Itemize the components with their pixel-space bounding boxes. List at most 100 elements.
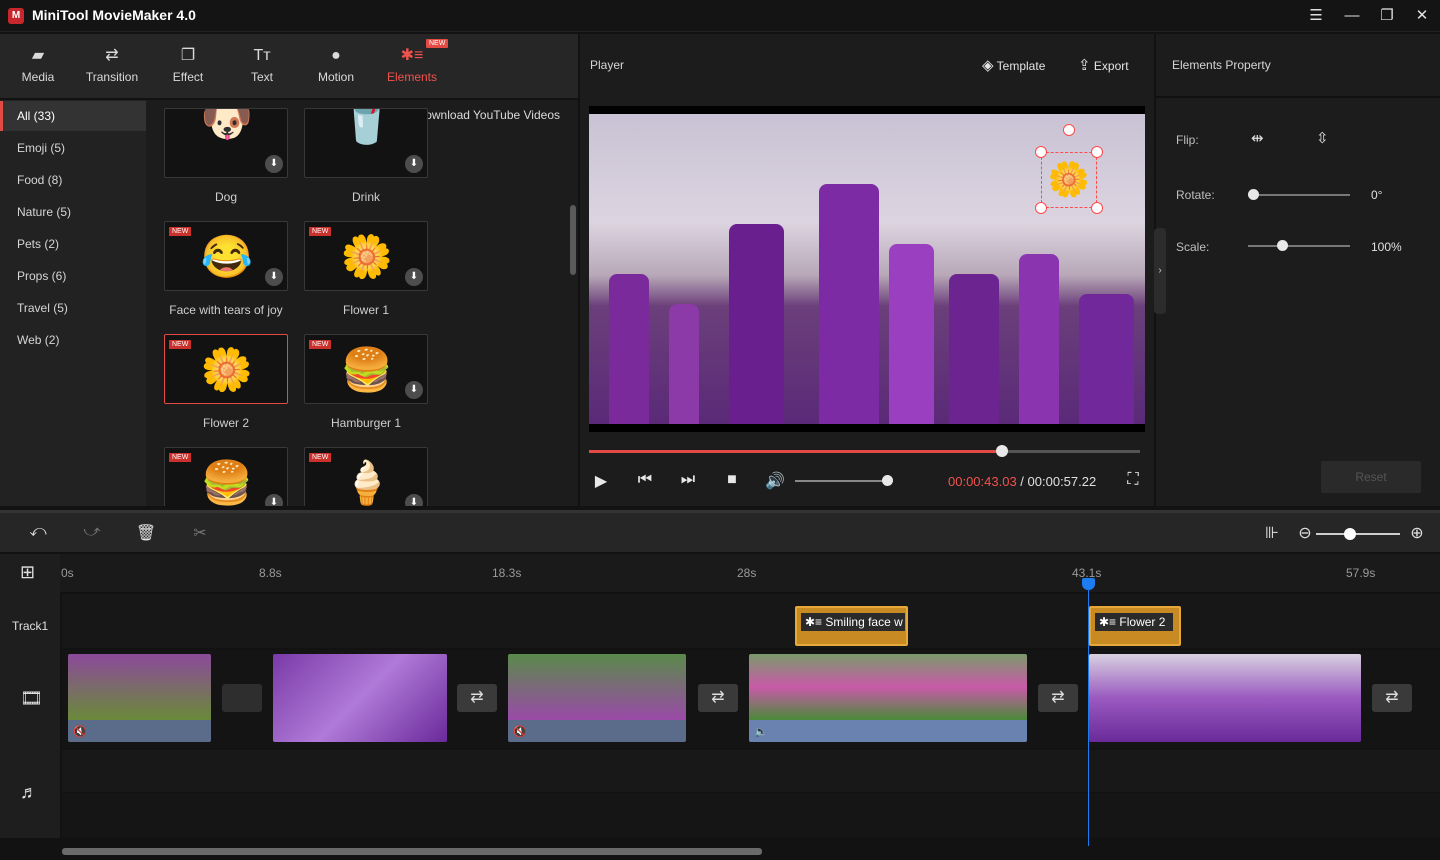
transition-tab[interactable]: ⇄ Transition	[74, 34, 150, 98]
delete-icon[interactable]: 🗑	[134, 523, 158, 543]
mute-icon[interactable]: 🔇	[513, 725, 527, 738]
close-button[interactable]: ✕	[1408, 4, 1436, 28]
undo-icon[interactable]: ⤺	[26, 523, 50, 541]
transition-slot[interactable]: ⇄	[457, 684, 497, 712]
text-label: Text	[251, 70, 273, 84]
volume-icon[interactable]: 🔈	[754, 725, 768, 738]
stop-button[interactable]: ■	[720, 471, 744, 489]
element-clip-label: Flower 2	[1119, 615, 1165, 629]
element-tile-flower-2[interactable]: 🌼 NEW	[164, 334, 288, 404]
zoom-handle[interactable]	[1344, 528, 1356, 540]
music-track[interactable]	[62, 750, 1440, 792]
media-tab[interactable]: ▰ Media	[0, 34, 76, 98]
element-tile-face-tears[interactable]: 😂 NEW ⬇	[164, 221, 288, 291]
motion-icon: ●	[298, 46, 374, 66]
download-icon[interactable]: ⬇	[265, 268, 283, 286]
element-tile-dog[interactable]: 🐶 ⬇	[164, 108, 288, 178]
play-button[interactable]: ▶	[589, 471, 613, 491]
download-icon[interactable]: ⬇	[405, 381, 423, 399]
video-clip[interactable]: 🔇	[68, 654, 211, 742]
resize-handle[interactable]	[1091, 146, 1103, 158]
category-food[interactable]: Food (8)	[0, 165, 146, 195]
zoom-slider[interactable]	[1316, 533, 1400, 535]
template-button[interactable]: ◈ Template	[982, 56, 1045, 74]
element-tile-drink[interactable]: 🥤 ⬇	[304, 108, 428, 178]
motion-label: Motion	[318, 70, 354, 84]
empty-track[interactable]	[62, 793, 1440, 837]
reset-button[interactable]: Reset	[1321, 461, 1421, 493]
element-selection-box[interactable]: 🌼	[1041, 152, 1097, 208]
category-web[interactable]: Web (2)	[0, 325, 146, 355]
video-clip[interactable]	[1089, 654, 1361, 742]
fullscreen-button[interactable]: ⛶	[1121, 471, 1145, 489]
mute-icon[interactable]: 🔇	[73, 725, 87, 738]
zoom-out-icon[interactable]: ⊖	[1293, 523, 1317, 543]
new-tag: NEW	[169, 340, 191, 349]
transition-slot[interactable]: ⇄	[1372, 684, 1412, 712]
add-track-icon[interactable]: ⊞	[20, 562, 35, 583]
minimize-button[interactable]: —	[1338, 4, 1366, 28]
text-icon: Tт	[224, 46, 300, 66]
volume-handle[interactable]	[882, 475, 893, 486]
rotate-handle[interactable]	[1248, 189, 1259, 200]
export-button[interactable]: ⇪ Export	[1078, 56, 1129, 74]
volume-slider[interactable]	[795, 480, 890, 482]
category-pets[interactable]: Pets (2)	[0, 229, 146, 259]
flip-horizontal-icon[interactable]: ⇹	[1251, 129, 1264, 147]
previous-frame-button[interactable]: ⏮	[633, 471, 657, 489]
effect-tab[interactable]: ❐ Effect	[150, 34, 226, 98]
element-track[interactable]	[62, 594, 1440, 648]
resize-handle[interactable]	[1035, 202, 1047, 214]
element-tile-hamburger-2[interactable]: 🍔 NEW ⬇	[164, 447, 288, 506]
category-all[interactable]: All (33)	[0, 101, 146, 131]
rotate-handle[interactable]	[1063, 124, 1075, 136]
layers-icon: ◈	[982, 57, 994, 74]
download-icon[interactable]: ⬇	[265, 155, 283, 173]
collapse-panel-icon[interactable]: ›	[1154, 228, 1166, 314]
element-label: Hamburger 1	[296, 416, 436, 430]
download-icon[interactable]: ⬇	[265, 494, 283, 506]
redo-icon[interactable]: ⤻	[80, 523, 104, 541]
scale-slider[interactable]	[1248, 245, 1350, 247]
category-props[interactable]: Props (6)	[0, 261, 146, 291]
element-tile-hamburger-1[interactable]: 🍔 NEW ⬇	[304, 334, 428, 404]
scale-handle[interactable]	[1277, 240, 1288, 251]
flip-vertical-icon[interactable]: ⇳	[1316, 129, 1329, 147]
split-icon[interactable]: ✂	[188, 523, 212, 543]
next-frame-button[interactable]: ⏭	[676, 471, 700, 489]
maximize-button[interactable]: ❐	[1373, 4, 1401, 28]
motion-tab[interactable]: ● Motion	[298, 34, 374, 98]
element-tile-flower-1[interactable]: 🌼 NEW ⬇	[304, 221, 428, 291]
transition-slot[interactable]: ⇄	[1038, 684, 1078, 712]
video-clip[interactable]: 🔈	[749, 654, 1027, 742]
download-icon[interactable]: ⬇	[405, 155, 423, 173]
fit-timeline-icon[interactable]: ⊪	[1260, 523, 1284, 543]
zoom-in-icon[interactable]: ⊕	[1405, 523, 1429, 543]
download-icon[interactable]: ⬇	[405, 268, 423, 286]
element-tile-ice-cream[interactable]: 🍦 NEW ⬇	[304, 447, 428, 506]
category-emoji[interactable]: Emoji (5)	[0, 133, 146, 163]
transition-slot[interactable]	[222, 684, 262, 712]
timeline-scrollbar[interactable]	[62, 848, 762, 855]
element-clip-smiling-face[interactable]: ✱≡ Smiling face w	[795, 606, 908, 646]
seek-bar[interactable]	[589, 450, 1140, 453]
element-clip-flower-2[interactable]: ✱≡ Flower 2	[1089, 606, 1181, 646]
text-tab[interactable]: Tт Text	[224, 34, 300, 98]
resize-handle[interactable]	[1035, 146, 1047, 158]
seek-handle[interactable]	[996, 445, 1008, 457]
playhead-handle[interactable]	[1082, 578, 1095, 590]
download-icon[interactable]: ⬇	[405, 494, 423, 506]
library-scrollbar[interactable]	[570, 205, 576, 275]
volume-icon[interactable]: 🔊	[763, 471, 787, 491]
time-ruler[interactable]: 0s 8.8s 18.3s 28s 43.1s 57.9s	[60, 554, 1440, 592]
category-travel[interactable]: Travel (5)	[0, 293, 146, 323]
category-nature[interactable]: Nature (5)	[0, 197, 146, 227]
menu-icon[interactable]: ☰	[1302, 4, 1330, 28]
video-clip[interactable]: 🔇	[508, 654, 686, 742]
rotate-slider[interactable]	[1248, 194, 1350, 196]
video-preview[interactable]: 🌼	[589, 106, 1145, 432]
video-clip[interactable]	[273, 654, 447, 742]
resize-handle[interactable]	[1091, 202, 1103, 214]
playhead-line[interactable]	[1088, 578, 1089, 846]
transition-slot[interactable]: ⇄	[698, 684, 738, 712]
